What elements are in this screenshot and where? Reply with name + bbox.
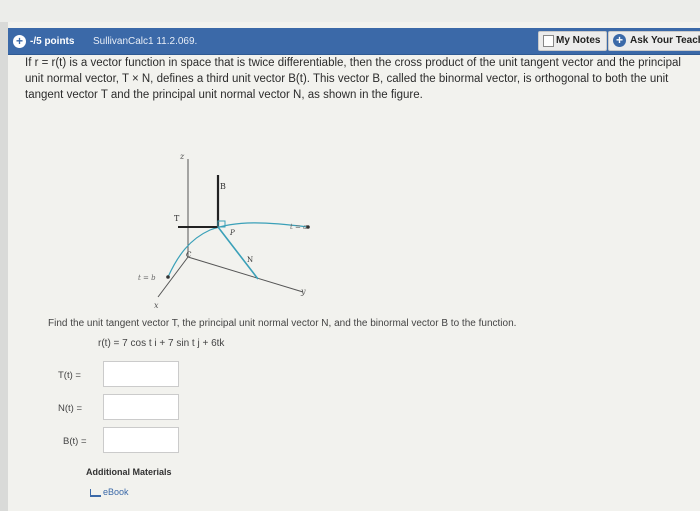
my-notes-button[interactable]: My Notes (538, 31, 607, 51)
binormal-figure: z x y B T P N C t = a t = b (138, 152, 310, 310)
notes-icon (543, 35, 554, 47)
ebook-link[interactable]: eBook (90, 487, 129, 497)
function-expression: r(t) = 7 cos t i + 7 sin t j + 6tk (98, 338, 225, 349)
points-label: -/5 points (30, 36, 75, 47)
t-b-label: t = b (138, 274, 156, 282)
n-answer-input[interactable] (103, 394, 179, 420)
expand-icon[interactable]: + (13, 35, 26, 48)
question-header: + -/5 points SullivanCalc1 11.2.069. My … (8, 28, 700, 55)
ask-teacher-button[interactable]: + Ask Your Teacher (608, 31, 700, 51)
question-intro: If r = r(t) is a vector function in spac… (25, 57, 681, 101)
p-label: P (229, 229, 235, 237)
plus-icon: + (613, 34, 626, 47)
t-a-label: t = a (290, 223, 307, 231)
browser-strip (0, 0, 700, 22)
c-label: C (186, 251, 192, 259)
question-page: + -/5 points SullivanCalc1 11.2.069. My … (8, 22, 700, 511)
vector-n (217, 226, 259, 280)
ebook-icon (90, 488, 101, 497)
additional-materials-heading: Additional Materials (86, 467, 172, 477)
y-label: y (300, 287, 306, 296)
x-axis (157, 256, 189, 298)
n-answer-label: N(t) = (58, 403, 83, 414)
t-label: T (174, 214, 180, 223)
x-label: x (154, 301, 159, 310)
b-answer-label: B(t) = (63, 436, 87, 447)
t-answer-label: T(t) = (58, 370, 81, 381)
curve-c (167, 222, 309, 278)
t-answer-input[interactable] (103, 361, 179, 387)
n-label: N (247, 256, 253, 264)
b-answer-input[interactable] (103, 427, 179, 453)
instructions: Find the unit tangent vector T, the prin… (48, 318, 517, 329)
b-label: B (220, 182, 226, 191)
problem-id: SullivanCalc1 11.2.069. (93, 36, 198, 47)
ebook-label: eBook (103, 487, 129, 497)
z-label: z (179, 152, 185, 161)
point-t-b (166, 275, 170, 279)
